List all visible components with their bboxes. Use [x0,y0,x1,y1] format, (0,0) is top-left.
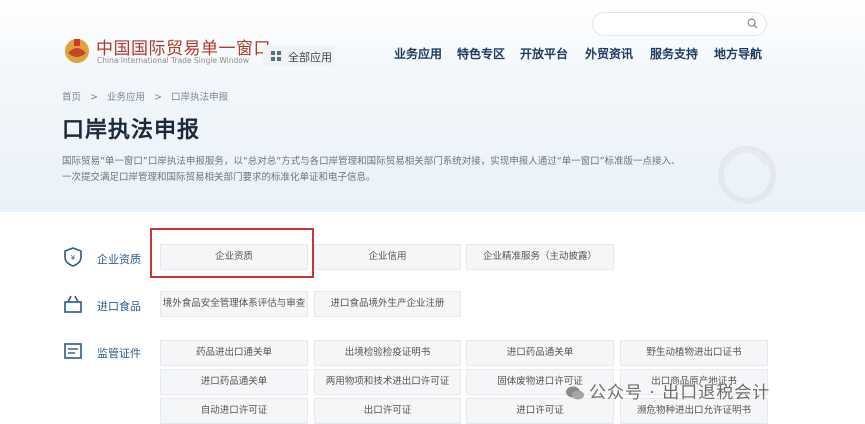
breadcrumb: 首页 > 业务应用 > 口岸执法申报 [62,89,234,103]
page-title: 口岸执法申报 [62,118,201,143]
breadcrumb-home[interactable]: 首页 [62,92,81,103]
nav-open-platform[interactable]: 开放平台 [520,45,568,62]
service-button-certificate[interactable]: 出境检验检疫证明书 [314,340,461,366]
service-button-enterprise-service[interactable]: 企业精准服务（主动披露） [466,244,614,270]
breadcrumb-business[interactable]: 业务应用 [107,92,145,103]
description-line: 一次提交满足口岸管理和国际贸易相关部门要求的标准化单证和电子信息。 [62,172,376,183]
search-box[interactable] [592,12,767,36]
all-services-label: 全部应用 [288,51,332,64]
grid-icon [271,51,281,61]
service-button-certificate[interactable]: 进口药品通关单 [160,369,308,395]
all-services-button[interactable]: 全部应用 [263,45,335,67]
nav-local[interactable]: 地方导航 [714,45,762,62]
page-description: 国际贸易“单一窗口”口岸执法申报服务，以“总对总”方式与各口岸管理和国际贸易相关… [62,154,692,186]
service-button-food-safety-review[interactable]: 境外食品安全管理体系评估与审查 [160,291,308,317]
category-enterprise-qualification: 企业资质 [97,253,141,266]
svg-text:¥: ¥ [71,254,76,262]
logo-icon[interactable] [62,35,92,65]
service-button-certificate[interactable]: 自动进口许可证 [160,398,308,424]
service-button-food-producer-registration[interactable]: 进口食品境外生产企业注册 [314,291,461,317]
breadcrumb-sep: > [90,92,99,103]
search-icon[interactable] [747,18,758,29]
nav-support[interactable]: 服务支持 [650,45,698,62]
service-button-certificate[interactable]: 两用物项和技术进出口许可证 [314,369,461,395]
category-supervision-certificates: 监管证件 [97,347,141,360]
wechat-icon [566,386,584,400]
breadcrumb-current: 口岸执法申报 [171,92,229,103]
description-line: 国际贸易“单一窗口”口岸执法申报服务，以“总对总”方式与各口岸管理和国际贸易相关… [62,156,681,167]
watermark-text: 公众号 · 出口退税会计 [589,383,771,403]
nav-featured[interactable]: 特色专区 [457,45,505,62]
breadcrumb-sep: > [154,92,163,103]
service-button-enterprise-credit[interactable]: 企业信用 [314,244,461,270]
food-icon [64,295,82,313]
service-button-certificate[interactable]: 进口药品通关单 [466,340,614,366]
nav-trade-news[interactable]: 外贸资讯 [585,45,633,62]
shield-icon: ¥ [64,247,82,267]
service-button-certificate[interactable]: 药品进出口通关单 [160,340,308,366]
decorative-emblem-icon [718,146,776,204]
highlight-box [150,228,314,278]
watermark: 公众号 · 出口退税会计 [565,378,770,403]
service-button-certificate[interactable]: 野生动植物进出口证书 [620,340,768,366]
document-icon [64,343,82,359]
nav-business-apps[interactable]: 业务应用 [394,45,442,62]
category-import-food: 进口食品 [97,300,141,313]
service-button-certificate[interactable]: 出口许可证 [314,398,461,424]
brand-name-en: China International Trade Single Window [97,56,249,65]
